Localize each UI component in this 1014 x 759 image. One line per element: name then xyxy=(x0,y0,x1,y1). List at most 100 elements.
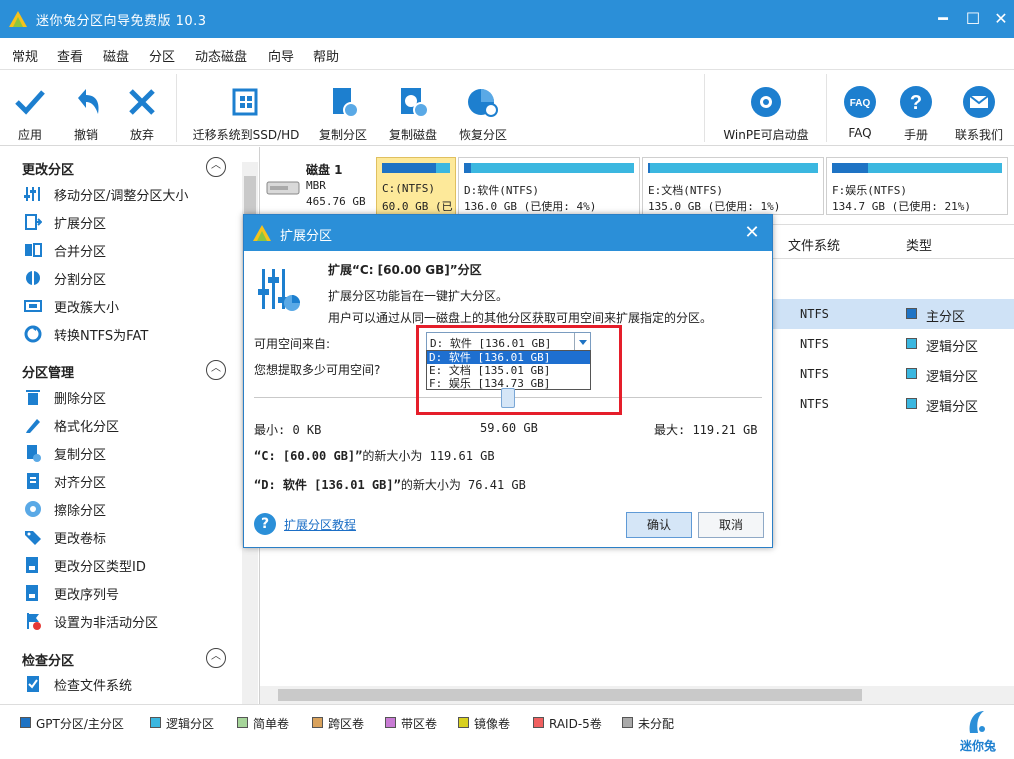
app-logo-icon xyxy=(9,11,27,27)
legend-swatch xyxy=(622,717,633,728)
d-new-size: “D: 软件 [136.01 GB]”的新大小为 76.41 GB xyxy=(254,478,526,492)
copy-partition-button[interactable]: 复制分区 xyxy=(312,74,374,144)
undo-icon xyxy=(78,89,99,114)
apply-label: 应用 xyxy=(17,128,42,142)
wipe-icon xyxy=(25,501,41,517)
ok-button[interactable]: 确认 xyxy=(626,512,692,538)
partition-info: 60.0 GB (已 xyxy=(382,200,453,213)
tutorial-link[interactable]: 扩展分区教程 xyxy=(284,516,356,533)
dialog-logo-icon xyxy=(253,225,271,241)
copy-icon xyxy=(27,445,41,462)
legend-swatch xyxy=(533,717,544,728)
menu-partition[interactable]: 分区 xyxy=(149,46,175,65)
pencil-icon xyxy=(26,419,40,433)
recover-partition-button[interactable]: 恢复分区 xyxy=(452,74,514,144)
align-icon xyxy=(27,473,39,489)
horizontal-scrollbar[interactable] xyxy=(260,686,1014,704)
faq-button[interactable]: FAQ FAQ xyxy=(838,74,882,144)
check-fs-icon xyxy=(27,676,39,692)
manual-button[interactable]: ? 手册 xyxy=(894,74,938,144)
copy-disk-icon xyxy=(401,88,429,118)
row-type: 逻辑分区 xyxy=(926,400,979,415)
horizontal-scroll-thumb[interactable] xyxy=(278,689,862,701)
partition-usage-bar xyxy=(648,163,818,173)
discard-icon xyxy=(129,89,155,115)
menu-general[interactable]: 常规 xyxy=(12,46,38,65)
slider-max: 最大: 119.21 GB xyxy=(654,423,758,437)
section-check-partition: 检查分区 xyxy=(22,654,75,669)
tag-icon xyxy=(25,531,41,545)
undo-button[interactable]: 撤销 xyxy=(62,74,110,144)
toolbar-separator xyxy=(176,74,177,142)
trash-icon xyxy=(26,390,40,405)
discard-label: 放弃 xyxy=(129,128,154,142)
migrate-os-button[interactable]: 迁移系统到SSD/HD xyxy=(190,74,302,144)
discard-button[interactable]: 放弃 xyxy=(118,74,166,144)
highlight-annotation xyxy=(416,325,622,415)
faq-label: FAQ xyxy=(848,126,872,140)
toolbar-separator xyxy=(704,74,705,142)
collapse-check-icon[interactable]: ︿ xyxy=(206,648,226,668)
partition-block-f[interactable]: F:娱乐(NTFS) 134.7 GB (已使用: 21%) xyxy=(826,157,1008,215)
winpe-button[interactable]: WinPE可启动盘 xyxy=(716,74,816,144)
dialog-close-button[interactable]: ✕ xyxy=(740,221,764,245)
help-icon[interactable]: ? xyxy=(254,513,276,535)
type-swatch xyxy=(906,398,917,409)
dialog-title-bar[interactable]: 扩展分区 ✕ xyxy=(244,215,772,251)
menu-help[interactable]: 帮助 xyxy=(313,46,339,65)
legend-swatch xyxy=(150,717,161,728)
collapse-change-icon[interactable]: ︿ xyxy=(206,157,226,177)
column-type[interactable]: 类型 xyxy=(906,235,932,254)
minimize-button[interactable]: ━ xyxy=(930,6,956,32)
brand-logo-icon xyxy=(969,711,985,733)
dialog-heading: 扩展“C: [60.00 GB]”分区 xyxy=(328,263,482,277)
partition-info: 134.7 GB (已使用: 21%) xyxy=(832,200,971,213)
faq-icon: FAQ xyxy=(844,86,876,118)
apply-button[interactable]: 应用 xyxy=(6,74,54,144)
c-new-size: “C: [60.00 GB]”的新大小为 119.61 GB xyxy=(254,449,495,463)
row-type: 主分区 xyxy=(926,310,966,325)
collapse-manage-icon[interactable]: ︿ xyxy=(206,360,226,380)
partition-block-e[interactable]: E:文档(NTFS) 135.0 GB (已使用: 1%) xyxy=(642,157,824,215)
legend-swatch xyxy=(237,717,248,728)
serial-icon xyxy=(26,585,38,601)
partition-used-fill xyxy=(648,163,650,173)
convert-icon xyxy=(24,325,42,343)
disk-info[interactable]: 磁盘 1 MBR 465.76 GB xyxy=(264,157,376,217)
source-label: 可用空间来自: xyxy=(254,337,331,351)
contact-label: 联系我们 xyxy=(954,128,1003,142)
partition-used-fill xyxy=(832,163,868,173)
migrate-label: 迁移系统到SSD/HD xyxy=(192,128,300,142)
amount-label: 您想提取多少可用空间? xyxy=(254,363,381,377)
copy-disk-button[interactable]: 复制磁盘 xyxy=(382,74,444,144)
row-type: 逻辑分区 xyxy=(926,340,979,355)
partition-label: E:文档(NTFS) xyxy=(648,184,723,197)
bootable-disc-icon xyxy=(751,87,781,117)
svg-text:FAQ: FAQ xyxy=(850,98,871,109)
column-filesystem[interactable]: 文件系统 xyxy=(788,235,840,254)
slider-mid: 59.60 GB xyxy=(480,421,538,435)
maximize-button[interactable]: ☐ xyxy=(960,6,986,32)
flag-icon xyxy=(27,613,41,630)
menu-wizard[interactable]: 向导 xyxy=(268,46,294,65)
sidebar: 更改分区 ︿ 移动分区/调整分区大小 扩展分区 合并分区 分割分区 更改簇大小 … xyxy=(0,147,260,704)
menu-disk[interactable]: 磁盘 xyxy=(103,46,129,65)
sliders-icon xyxy=(24,187,40,201)
partition-block-d[interactable]: D:软件(NTFS) 136.0 GB (已使用: 4%) xyxy=(458,157,640,215)
partition-block-c[interactable]: C:(NTFS) 60.0 GB (已 xyxy=(376,157,456,215)
close-button[interactable]: ✕ xyxy=(988,6,1014,32)
brand-name: 迷你兔 xyxy=(959,739,996,753)
legend-swatch xyxy=(20,717,31,728)
menu-dynamic-disk[interactable]: 动态磁盘 xyxy=(195,46,247,65)
partition-info: 135.0 GB (已使用: 1%) xyxy=(648,200,781,213)
cancel-button[interactable]: 取消 xyxy=(698,512,764,538)
check-icon xyxy=(15,90,45,115)
legend-swatch xyxy=(385,717,396,728)
partition-usage-bar xyxy=(382,163,450,173)
menu-view[interactable]: 查看 xyxy=(57,46,83,65)
contact-button[interactable]: 联系我们 xyxy=(948,74,1010,144)
mail-icon xyxy=(963,86,995,118)
extend-icon xyxy=(25,214,42,230)
partition-label: F:娱乐(NTFS) xyxy=(832,184,907,197)
partition-info: 136.0 GB (已使用: 4%) xyxy=(464,200,597,213)
